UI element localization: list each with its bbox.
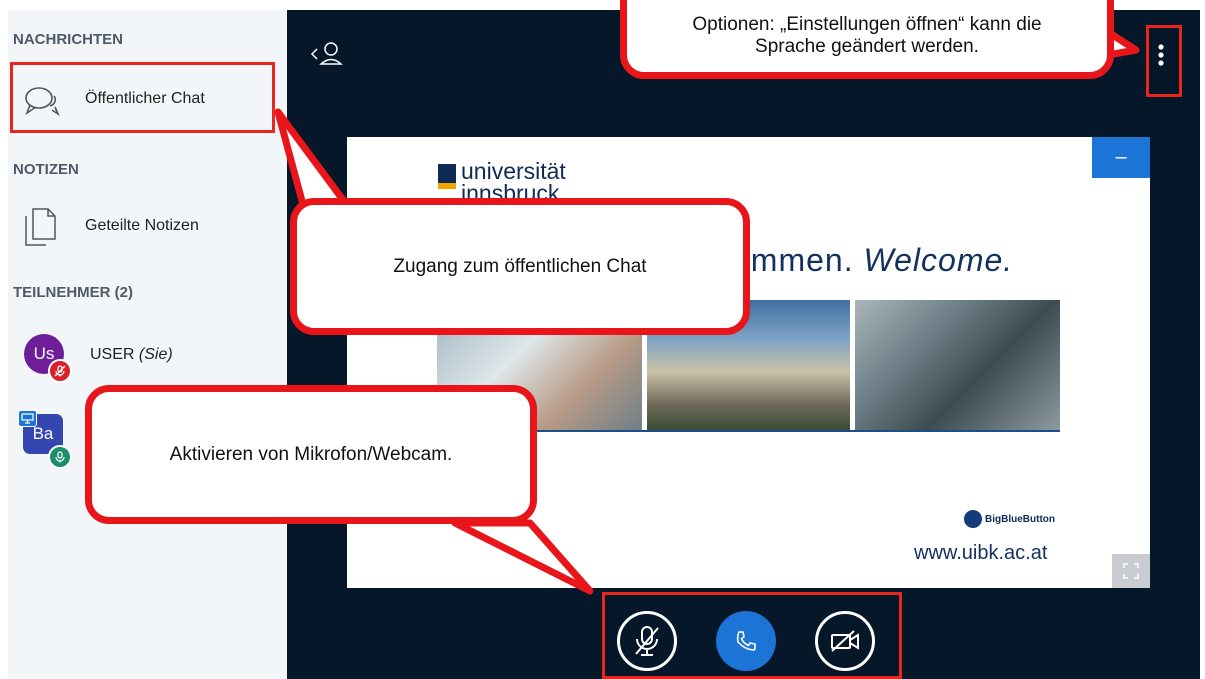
mic-callout-pointer [451, 519, 594, 595]
options-callout: Optionen: „Einstellungen öffnen“ kann di… [620, 0, 1114, 79]
chat-highlight-box [10, 62, 275, 133]
chat-callout: Zugang zum öffentlichen Chat [290, 198, 750, 335]
chat-callout-pointer [274, 108, 356, 216]
chat-callout-text: Zugang zum öffentlichen Chat [393, 255, 647, 277]
mic-callout: Aktivieren von Mikrofon/Webcam. [85, 385, 537, 524]
options-callout-text: Optionen: „Einstellungen öffnen“ kann di… [692, 14, 1042, 57]
mic-callout-text: Aktivieren von Mikrofon/Webcam. [169, 443, 453, 465]
options-highlight-box [1146, 25, 1182, 97]
controls-highlight-box [602, 592, 902, 679]
